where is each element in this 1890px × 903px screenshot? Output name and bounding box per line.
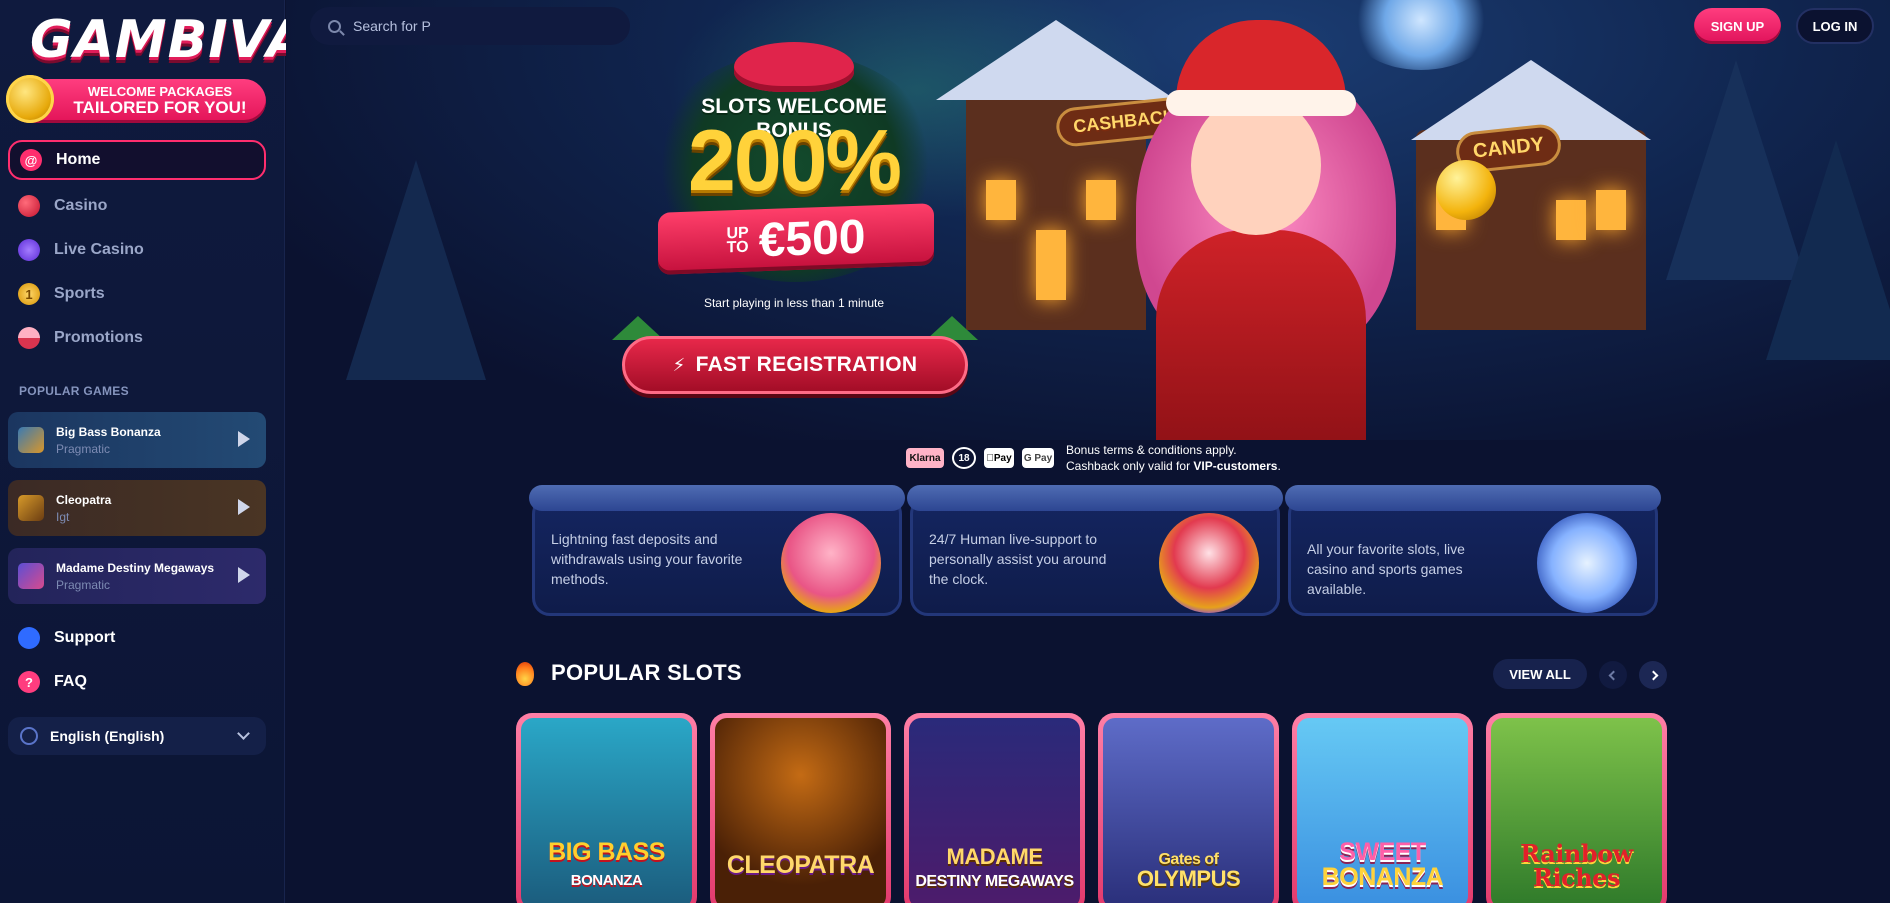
- game-name: Big Bass Bonanza: [56, 424, 161, 439]
- popular-games-heading: POPULAR GAMES: [19, 384, 129, 398]
- swirl-lollipop-icon: @: [20, 149, 42, 171]
- alarm-clock-icon: [1159, 513, 1259, 613]
- game-provider: Igt: [56, 509, 70, 524]
- play-icon[interactable]: [238, 567, 250, 583]
- language-selector[interactable]: English (English): [8, 717, 266, 755]
- game-thumbnail: [18, 495, 44, 521]
- slot-card-sweet-bonanza[interactable]: SWEET BONANZA: [1292, 713, 1473, 903]
- cherry-icon: [18, 195, 40, 217]
- welcome-line-1: WELCOME PACKAGES: [87, 84, 233, 100]
- promo-percent: 200%: [688, 113, 902, 209]
- sign-up-button[interactable]: SIGN UP: [1694, 8, 1781, 44]
- fire-icon: [516, 662, 534, 686]
- question-icon: ?: [18, 671, 40, 693]
- google-pay-logo: G Pay: [1022, 448, 1054, 468]
- feature-text: 24/7 Human live-support to personally as…: [929, 531, 1107, 587]
- sidebar-item-label: Support: [54, 629, 116, 646]
- vip-customers-text: VIP-customers: [1193, 459, 1278, 473]
- feature-text: All your favorite slots, live casino and…: [1307, 541, 1465, 597]
- chevron-right-icon: [1648, 670, 1658, 680]
- brand-logo[interactable]: GAMBIVA: [30, 10, 308, 70]
- popular-slots-heading: POPULAR SLOTS: [551, 660, 742, 685]
- sidebar-game-madame-destiny[interactable]: Madame Destiny Megaways Pragmatic: [8, 548, 266, 604]
- chevron-left-icon: [1608, 670, 1618, 680]
- sidebar-item-label: Live Casino: [54, 241, 144, 258]
- game-provider: Pragmatic: [56, 577, 111, 592]
- globe-icon: [20, 727, 38, 745]
- game-name: Cleopatra: [56, 492, 112, 507]
- chevron-down-icon: [237, 727, 250, 740]
- app-root: GAMBIVA WELCOME PACKAGES TAILORED FOR YO…: [0, 0, 1890, 903]
- gold-coin-icon: [6, 75, 54, 123]
- slot-card-cleopatra[interactable]: CLEOPATRA: [710, 713, 891, 903]
- feature-card-deposits: Lightning fast deposits and withdrawals …: [529, 485, 905, 616]
- slot-card-gates-of-olympus[interactable]: Gates of OLYMPUS: [1098, 713, 1279, 903]
- sidebar-item-sports[interactable]: 1 Sports: [8, 274, 266, 314]
- game-name: Madame Destiny Megaways: [56, 560, 215, 575]
- search-bar[interactable]: [310, 7, 630, 45]
- promo-amount: €500: [758, 210, 866, 267]
- headset-icon: [18, 627, 40, 649]
- sidebar-item-label: Promotions: [54, 329, 143, 346]
- welcome-packages-banner[interactable]: WELCOME PACKAGES TAILORED FOR YOU!: [6, 75, 266, 123]
- cupcake-icon: [18, 327, 40, 349]
- klarna-logo: Klarna: [906, 448, 944, 468]
- search-input[interactable]: [353, 18, 603, 34]
- game-thumbnail: [18, 563, 44, 589]
- slot-card-madame-destiny[interactable]: MADAME DESTINY MEGAWAYS: [904, 713, 1085, 903]
- slot-card-big-bass-bonanza[interactable]: BIG BASS BONANZA: [516, 713, 697, 903]
- view-all-button[interactable]: VIEW ALL: [1493, 659, 1587, 689]
- age-18-icon: 18: [952, 447, 976, 469]
- apple-pay-logo: Pay: [984, 448, 1014, 468]
- promo-amount-ribbon: UP TO €500: [658, 203, 934, 275]
- game-provider: Pragmatic: [56, 441, 111, 456]
- sidebar-game-big-bass-bonanza[interactable]: Big Bass Bonanza Pragmatic: [8, 412, 266, 468]
- sidebar-item-label: Home: [56, 151, 101, 168]
- sidebar-item-promotions[interactable]: Promotions: [8, 318, 266, 358]
- hero-banner: CASHBACK 25% CANDY SLOTS WELCOME BONUS 2…: [286, 0, 1890, 440]
- golden-candy-icon: [1436, 160, 1496, 220]
- language-label: English (English): [50, 728, 165, 744]
- play-icon[interactable]: [238, 431, 250, 447]
- candy-jar-icon: [1537, 513, 1637, 613]
- promo-subtitle: Start playing in less than 1 minute: [703, 296, 885, 310]
- sidebar-item-casino[interactable]: Casino: [8, 186, 266, 226]
- game-thumbnail: [18, 427, 44, 453]
- carousel-next-button[interactable]: [1639, 661, 1667, 689]
- sidebar-item-label: Sports: [54, 285, 105, 302]
- sidebar: GAMBIVA WELCOME PACKAGES TAILORED FOR YO…: [0, 0, 307, 903]
- sidebar-item-label: FAQ: [54, 673, 87, 690]
- sidebar-game-cleopatra[interactable]: Cleopatra Igt: [8, 480, 266, 536]
- search-icon: [328, 19, 341, 33]
- fast-registration-button[interactable]: ⚡ FAST REGISTRATION: [622, 336, 968, 394]
- terms-line-1: Bonus terms & conditions apply.: [1066, 443, 1237, 457]
- lightning-icon: ⚡: [672, 354, 686, 375]
- log-in-button[interactable]: LOG IN: [1796, 8, 1874, 44]
- slot-card-rainbow-riches[interactable]: Rainbow Riches: [1486, 713, 1667, 903]
- medal-icon: 1: [18, 283, 40, 305]
- feature-card-games: All your favorite slots, live casino and…: [1285, 485, 1661, 616]
- feature-card-support: 24/7 Human live-support to personally as…: [907, 485, 1283, 616]
- sidebar-item-home[interactable]: @ Home: [8, 140, 266, 180]
- bonus-terms-text: Bonus terms & conditions apply. Cashback…: [1066, 443, 1281, 473]
- cake-icon: [781, 513, 881, 613]
- play-icon[interactable]: [238, 499, 250, 515]
- feature-text: Lightning fast deposits and withdrawals …: [551, 531, 743, 587]
- fast-registration-label: FAST REGISTRATION: [695, 353, 918, 376]
- sidebar-item-faq[interactable]: ? FAQ: [8, 662, 266, 702]
- chip-icon: [18, 239, 40, 261]
- sidebar-item-live-casino[interactable]: Live Casino: [8, 230, 266, 270]
- bow-icon: [734, 42, 854, 92]
- promo-upto-line2: TO: [726, 238, 749, 257]
- sidebar-item-label: Casino: [54, 197, 108, 214]
- welcome-line-2: TAILORED FOR YOU!: [73, 97, 247, 117]
- carousel-prev-button[interactable]: [1599, 661, 1627, 689]
- sidebar-item-support[interactable]: Support: [8, 618, 266, 658]
